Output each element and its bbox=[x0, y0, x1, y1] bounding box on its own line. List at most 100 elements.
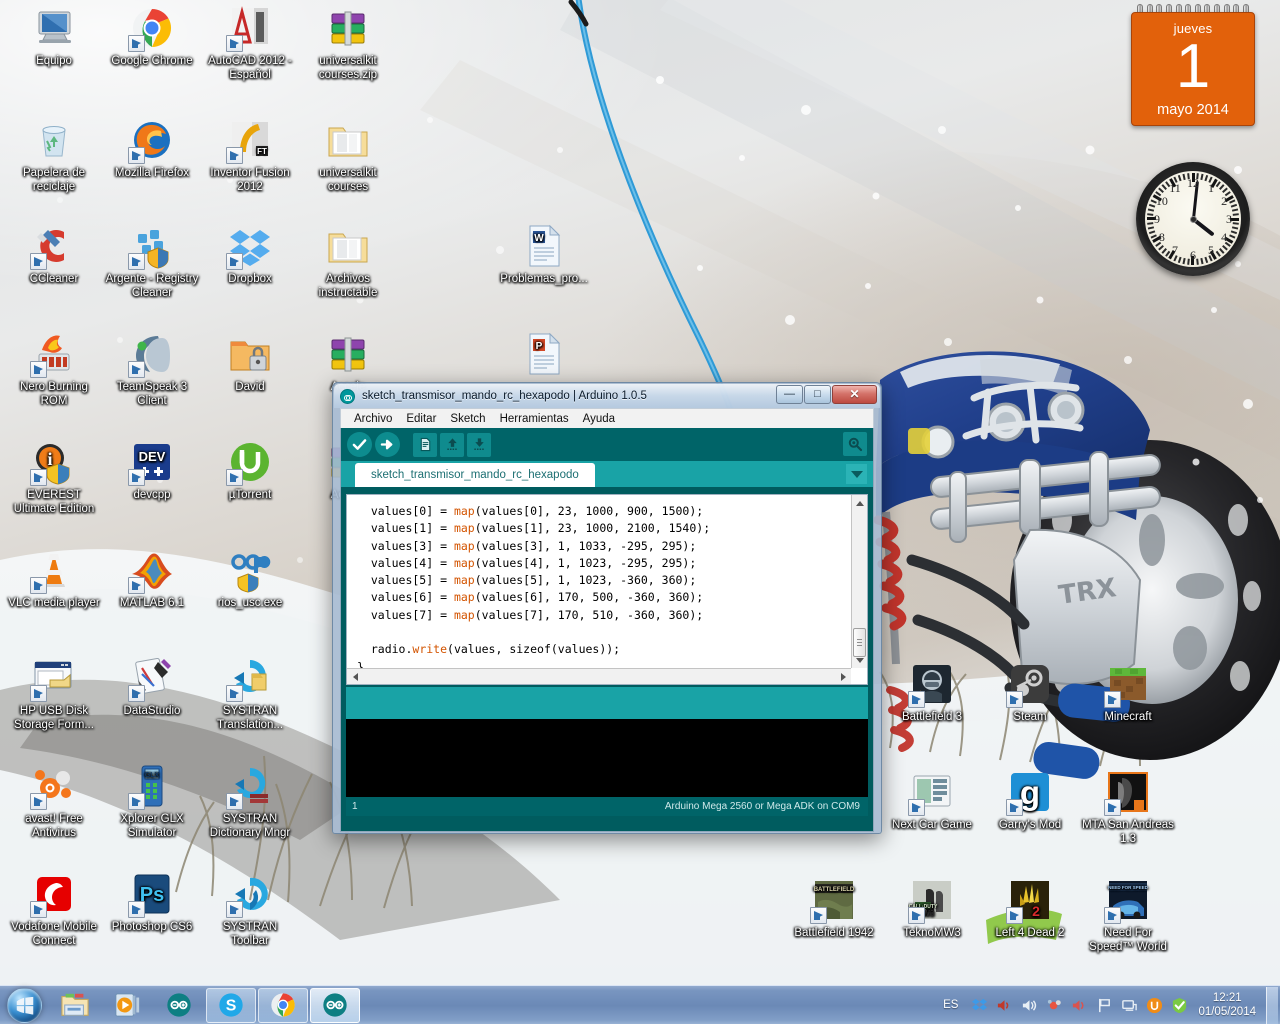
menu-bar[interactable]: Archivo Editar Sketch Herramientas Ayuda bbox=[340, 408, 874, 428]
menu-item-editar[interactable]: Editar bbox=[399, 411, 443, 427]
close-button[interactable]: ✕ bbox=[832, 385, 877, 404]
flag-action-center-icon[interactable] bbox=[1094, 995, 1115, 1016]
desktop-icon[interactable]: Steam bbox=[982, 660, 1078, 725]
volume-icon[interactable] bbox=[1019, 995, 1040, 1016]
desktop-icon[interactable]: Equipo bbox=[6, 4, 102, 69]
desktop-icon[interactable]: Papelera de reciclaje bbox=[6, 116, 102, 194]
desktop-icon[interactable]: Dropbox bbox=[202, 222, 298, 287]
desktop-icon[interactable]: i EVEREST Ultimate Edition bbox=[6, 438, 102, 516]
desktop-icon[interactable]: Ps Photoshop CS6 bbox=[104, 870, 200, 935]
desktop-icon[interactable]: rios_usc.exe bbox=[202, 546, 298, 611]
sketch-tab[interactable]: sketch_transmisor_mando_rc_hexapodo bbox=[355, 463, 595, 487]
arduino-window-button[interactable] bbox=[310, 987, 360, 1023]
editor-horizontal-scrollbar[interactable] bbox=[347, 668, 851, 684]
desktop-icon-label: Steam bbox=[1013, 711, 1047, 723]
desktop-icon[interactable]: avast! Free Antivirus bbox=[6, 762, 102, 840]
desktop-icon[interactable]: SYSTRAN Translation... bbox=[202, 654, 298, 732]
verify-button[interactable] bbox=[347, 432, 372, 457]
desktop-icon[interactable]: Mozilla Firefox bbox=[104, 116, 200, 181]
desktop-icon[interactable]: MTA San Andreas 1.3 bbox=[1080, 768, 1176, 846]
desktop-icon[interactable]: W Problemas_pro... bbox=[496, 222, 592, 287]
desktop-icon-label: MTA San Andreas 1.3 bbox=[1082, 819, 1174, 845]
system-tray[interactable]: ES 12:21 01/05/2014 bbox=[934, 986, 1280, 1024]
desktop-icon[interactable]: Nero Burning ROM bbox=[6, 330, 102, 408]
steam-icon bbox=[1006, 660, 1054, 708]
editor-vertical-scrollbar[interactable] bbox=[851, 495, 867, 668]
scroll-left-arrow[interactable] bbox=[347, 669, 363, 684]
clock-gadget[interactable]: 12 1 2 3 4 5 6 7 8 9 10 11 bbox=[1136, 162, 1250, 276]
taskbar-clock[interactable]: 12:21 01/05/2014 bbox=[1192, 991, 1264, 1019]
shield-green-icon[interactable] bbox=[1169, 995, 1190, 1016]
ide-toolbar[interactable] bbox=[341, 428, 873, 461]
media-player-button[interactable] bbox=[102, 988, 152, 1023]
menu-item-herramientas[interactable]: Herramientas bbox=[493, 411, 576, 427]
avast-tray-icon[interactable] bbox=[1044, 995, 1065, 1016]
desktop-icon[interactable]: P bbox=[496, 330, 592, 381]
volume-muted-icon[interactable] bbox=[994, 995, 1015, 1016]
desktop-icon[interactable]: AutoCAD 2012 - Español bbox=[202, 4, 298, 82]
menu-item-sketch[interactable]: Sketch bbox=[443, 411, 492, 427]
desktop-icon[interactable]: CCleaner bbox=[6, 222, 102, 287]
desktop-icon[interactable]: VLC media player bbox=[6, 546, 102, 611]
upload-button[interactable] bbox=[375, 432, 400, 457]
desktop-icon[interactable]: Vodafone Mobile Connect bbox=[6, 870, 102, 948]
desktop-icon[interactable]: universalkit courses bbox=[300, 116, 396, 194]
dropbox-tray-icon[interactable] bbox=[969, 995, 990, 1016]
desktop-icon[interactable]: MATLAB 6.1 bbox=[104, 546, 200, 611]
desktop-icon[interactable]: Google Chrome bbox=[104, 4, 200, 69]
desktop-icon[interactable]: BATTLEFIELD Battlefield 1942 bbox=[786, 876, 882, 941]
desktop-icon[interactable]: µTorrent bbox=[202, 438, 298, 503]
save-button[interactable] bbox=[467, 432, 491, 457]
scroll-right-arrow[interactable] bbox=[835, 669, 851, 684]
desktop-icon[interactable]: DataStudio bbox=[104, 654, 200, 719]
desktop-icon[interactable]: CALL·DUTYMW3 TeknoMW3 bbox=[884, 876, 980, 941]
svg-text:W: W bbox=[534, 233, 544, 244]
desktop-icon[interactable]: NEED FOR SPEED Need For Speed™ World bbox=[1080, 876, 1176, 954]
windows-explorer-button[interactable] bbox=[50, 988, 100, 1023]
show-desktop-button[interactable] bbox=[1266, 986, 1278, 1024]
network-icon[interactable] bbox=[1119, 995, 1140, 1016]
desktop-icon[interactable]: Next Car Game bbox=[884, 768, 980, 833]
board-port-label: Arduino Mega 2560 or Mega ADK on COM9 bbox=[664, 801, 860, 812]
menu-item-archivo[interactable]: Archivo bbox=[347, 411, 399, 427]
arduino-ide-window[interactable]: sketch_transmisor_mando_rc_hexapodo | Ar… bbox=[332, 382, 882, 834]
maximize-button[interactable]: □ bbox=[804, 385, 831, 404]
desktop-icon[interactable]: universalkit courses.zip bbox=[300, 4, 396, 82]
desktop-icon[interactable]: HP USB Disk Storage Form... bbox=[6, 654, 102, 732]
desktop-icon[interactable]: GLX Xplorer GLX Simulator bbox=[104, 762, 200, 840]
code-editor[interactable]: values[0] = map(values[0], 23, 1000, 900… bbox=[346, 494, 868, 685]
desktop-icon[interactable]: Archivos instructable bbox=[300, 222, 396, 300]
scroll-up-arrow[interactable] bbox=[852, 495, 867, 511]
desktop-icon[interactable]: Battlefield 3 bbox=[884, 660, 980, 725]
window-title: sketch_transmisor_mando_rc_hexapodo | Ar… bbox=[362, 390, 647, 402]
utorrent-tray-icon[interactable] bbox=[1144, 995, 1165, 1016]
taskbar[interactable]: S ES 12:21 01/05/2014 bbox=[0, 985, 1280, 1024]
desktop-icon[interactable]: FT Inventor Fusion 2012 bbox=[202, 116, 298, 194]
desktop-icon[interactable]: TeamSpeak 3 Client bbox=[104, 330, 200, 408]
language-indicator[interactable]: ES bbox=[934, 999, 967, 1011]
desktop-icon[interactable]: 2 Left 4 Dead 2 bbox=[982, 876, 1078, 941]
code-text[interactable]: values[0] = map(values[0], 23, 1000, 900… bbox=[357, 503, 845, 676]
desktop-icon[interactable]: g Garry's Mod bbox=[982, 768, 1078, 833]
desktop-icon[interactable]: Argente - Registry Cleaner bbox=[104, 222, 200, 300]
menu-item-ayuda[interactable]: Ayuda bbox=[576, 411, 622, 427]
calendar-gadget[interactable]: jueves 1 mayo 2014 bbox=[1131, 4, 1255, 126]
tab-dropdown-button[interactable] bbox=[846, 464, 867, 484]
scroll-down-arrow[interactable] bbox=[852, 652, 867, 668]
desktop-icon[interactable]: Minecraft bbox=[1080, 660, 1176, 725]
desktop-icon[interactable]: SYSTRAN Toolbar bbox=[202, 870, 298, 948]
window-titlebar[interactable]: sketch_transmisor_mando_rc_hexapodo | Ar… bbox=[334, 384, 880, 408]
new-button[interactable] bbox=[413, 432, 437, 457]
serial-monitor-button[interactable] bbox=[843, 432, 867, 456]
skype-window-button[interactable]: S bbox=[206, 987, 256, 1023]
desktop-icon[interactable]: David bbox=[202, 330, 298, 395]
speaker-red-icon[interactable] bbox=[1069, 995, 1090, 1016]
chrome-window-button[interactable] bbox=[258, 987, 308, 1023]
sketch-tab-strip[interactable]: sketch_transmisor_mando_rc_hexapodo bbox=[341, 461, 873, 487]
minimize-button[interactable]: — bbox=[776, 385, 803, 404]
desktop-icon[interactable]: DEV devcpp bbox=[104, 438, 200, 503]
arduino-quicklaunch-button[interactable] bbox=[154, 988, 204, 1023]
desktop-icon[interactable]: SYSTRAN Dictionary Mngr bbox=[202, 762, 298, 840]
open-button[interactable] bbox=[440, 432, 464, 457]
start-button[interactable] bbox=[1, 987, 48, 1024]
